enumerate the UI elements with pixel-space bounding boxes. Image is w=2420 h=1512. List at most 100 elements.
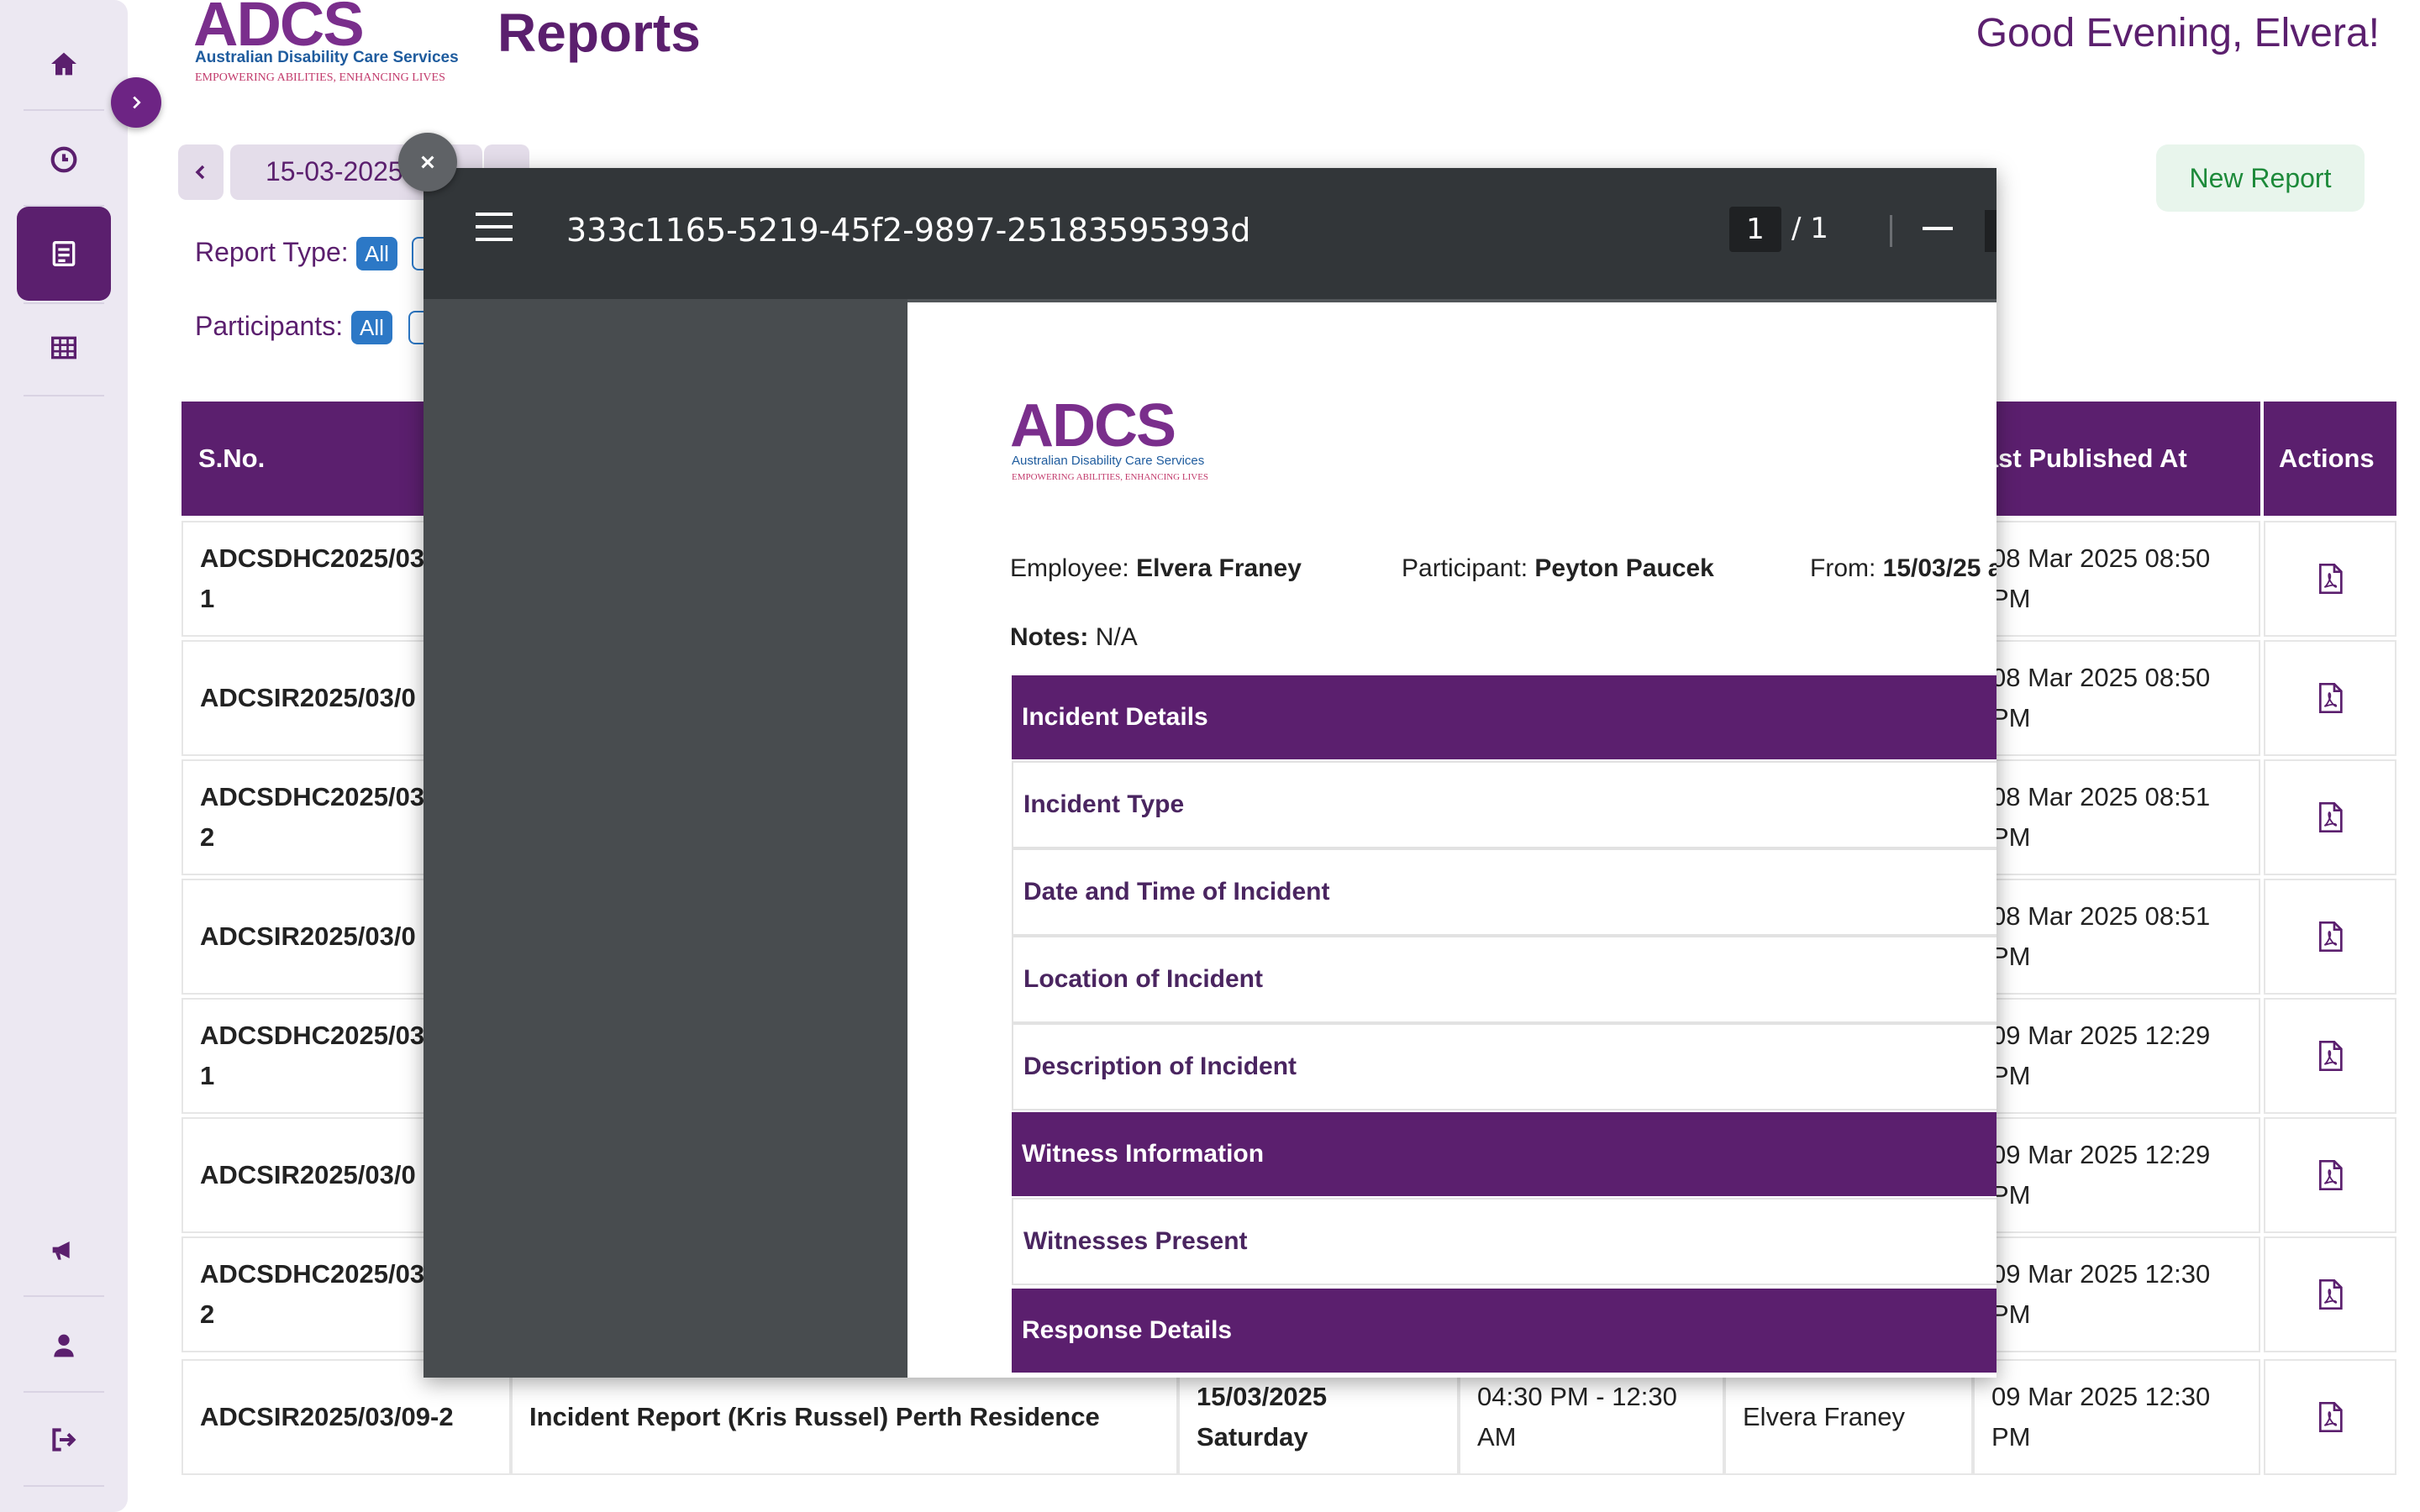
page-total: / 1 bbox=[1791, 212, 1828, 245]
sidebar bbox=[0, 0, 128, 1512]
page-title: Reports bbox=[497, 3, 701, 63]
pdf-icon[interactable] bbox=[2316, 562, 2344, 596]
pdf-participant: Participant: Peyton Paucek bbox=[1402, 554, 1714, 583]
pdf-icon[interactable] bbox=[2316, 920, 2344, 953]
report-type-chip-all[interactable]: All bbox=[356, 237, 397, 270]
published-value: 08 Mar 2025 08:51 bbox=[1991, 782, 2211, 811]
menu-icon[interactable] bbox=[476, 212, 513, 242]
pdf-participant-value: Peyton Paucek bbox=[1534, 554, 1714, 582]
pdf-from: From: 15/03/25 a bbox=[1810, 554, 1996, 583]
published-cell: 09 Mar 2025 12:29 PM bbox=[1973, 1117, 2260, 1233]
published-value-line2: PM bbox=[1991, 822, 2031, 852]
new-report-button[interactable]: New Report bbox=[2156, 144, 2365, 212]
sno-value: ADCSDHC2025/03 bbox=[200, 543, 425, 573]
published-cell: 08 Mar 2025 08:50 PM bbox=[1973, 640, 2260, 756]
table-icon bbox=[51, 336, 76, 360]
day-value: Saturday bbox=[1197, 1422, 1308, 1452]
previous-date-button[interactable] bbox=[178, 144, 224, 200]
actions-cell bbox=[2264, 879, 2396, 995]
sno-value-line2: 2 bbox=[200, 822, 215, 852]
pdf-icon[interactable] bbox=[2316, 801, 2344, 834]
pdf-icon[interactable] bbox=[2316, 681, 2344, 715]
megaphone-icon bbox=[52, 1242, 70, 1260]
reports-icon bbox=[52, 241, 76, 266]
pdf-viewer: 333c1165-5219-45f2-9897-25183595393d 1 /… bbox=[424, 168, 1996, 1378]
pdf-field-incident-type: Incident Type bbox=[1012, 761, 1996, 848]
sno-value: ADCSDHC2025/03 bbox=[200, 782, 425, 811]
sno-value: ADCSIR2025/03/0 bbox=[200, 921, 416, 951]
published-cell: 09 Mar 2025 12:29 PM bbox=[1973, 998, 2260, 1114]
sno-value-line2: 1 bbox=[200, 584, 215, 613]
actions-cell bbox=[2264, 1359, 2396, 1475]
logo-tagline: EMPOWERING ABILITIES, ENHANCING LIVES bbox=[195, 71, 445, 84]
participants-label: Participants: bbox=[195, 311, 344, 341]
pdf-section-response-details: Response Details bbox=[1012, 1289, 1996, 1373]
pdf-logo-tagline: EMPOWERING ABILITIES, ENHANCING LIVES bbox=[1012, 472, 1209, 482]
sidebar-expand-button[interactable] bbox=[111, 77, 161, 128]
pdf-logo-mark: ADCS bbox=[1010, 392, 1176, 459]
published-value-line2: PM bbox=[1991, 1061, 2031, 1090]
pdf-document-title: 333c1165-5219-45f2-9897-25183595393d bbox=[566, 212, 1251, 249]
actions-cell bbox=[2264, 1117, 2396, 1233]
sidebar-item-roster[interactable] bbox=[17, 301, 111, 395]
sidebar-item-reports[interactable] bbox=[17, 207, 111, 301]
chevron-right-icon bbox=[133, 96, 141, 109]
pdf-notes-value: N/A bbox=[1095, 623, 1138, 651]
published-value-line2: PM bbox=[1991, 1422, 2031, 1452]
pdf-icon[interactable] bbox=[2316, 1158, 2344, 1192]
zoom-level-input[interactable] bbox=[1985, 210, 1996, 252]
sidebar-item-announcements[interactable] bbox=[17, 1203, 111, 1297]
published-value: 08 Mar 2025 08:50 bbox=[1991, 543, 2211, 573]
pdf-field-witnesses-present: Witnesses Present bbox=[1012, 1198, 1996, 1285]
pdf-logo-name: Australian Disability Care Services bbox=[1012, 454, 1205, 468]
published-cell: 09 Mar 2025 12:30 PM bbox=[1973, 1236, 2260, 1352]
pdf-logo: ADCS Australian Disability Care Services… bbox=[1010, 392, 1245, 501]
home-icon bbox=[51, 52, 76, 76]
logo-name: Australian Disability Care Services bbox=[195, 49, 459, 66]
published-value-line2: PM bbox=[1991, 703, 2031, 732]
pdf-page: ADCS Australian Disability Care Services… bbox=[908, 302, 1996, 1378]
sidebar-item-history[interactable] bbox=[17, 113, 111, 207]
sno-value-line2: 2 bbox=[200, 1299, 215, 1329]
published-cell: 09 Mar 2025 12:30 PM bbox=[1973, 1359, 2260, 1475]
sidebar-item-profile[interactable] bbox=[17, 1299, 111, 1393]
pdf-employee-label: Employee: bbox=[1010, 554, 1129, 582]
pdf-from-value: 15/03/25 a bbox=[1882, 554, 1996, 582]
published-value: 09 Mar 2025 12:30 bbox=[1991, 1382, 2211, 1411]
published-cell: 08 Mar 2025 08:51 PM bbox=[1973, 879, 2260, 995]
sno-value-line2: 1 bbox=[200, 1061, 215, 1090]
participants-chip-all[interactable]: All bbox=[351, 311, 392, 344]
greeting-text: Good Evening, Elvera! bbox=[1975, 11, 2380, 55]
column-header-last-published: Last Published At bbox=[1968, 444, 2187, 473]
actions-cell bbox=[2264, 640, 2396, 756]
sno-value: ADCSIR2025/03/0 bbox=[200, 683, 416, 712]
participants-chip-next[interactable] bbox=[408, 311, 425, 344]
time-value-line2: AM bbox=[1477, 1422, 1517, 1452]
sno-value: ADCSIR2025/03/0 bbox=[200, 1160, 416, 1189]
published-value: 09 Mar 2025 12:29 bbox=[1991, 1140, 2211, 1169]
pdf-from-label: From: bbox=[1810, 554, 1876, 582]
sno-value: ADCSDHC2025/03 bbox=[200, 1021, 425, 1050]
pdf-notes-label: Notes: bbox=[1010, 623, 1089, 651]
pdf-field-date-time: Date and Time of Incident bbox=[1012, 848, 1996, 936]
sidebar-item-home[interactable] bbox=[17, 17, 111, 111]
page-number-input[interactable]: 1 bbox=[1729, 207, 1781, 252]
report-type-label: Report Type: bbox=[195, 237, 349, 267]
close-viewer-button[interactable] bbox=[398, 133, 457, 192]
actions-cell bbox=[2264, 759, 2396, 875]
pdf-section-witness-information: Witness Information bbox=[1012, 1112, 1996, 1196]
sno-value: ADCSDHC2025/03 bbox=[200, 1259, 425, 1289]
pdf-icon[interactable] bbox=[2316, 1400, 2344, 1434]
published-value: 09 Mar 2025 12:30 bbox=[1991, 1259, 2211, 1289]
pdf-notes: Notes: N/A bbox=[1010, 623, 1138, 652]
sidebar-item-logout[interactable] bbox=[17, 1393, 111, 1487]
published-value: 08 Mar 2025 08:50 bbox=[1991, 663, 2211, 692]
pdf-icon[interactable] bbox=[2316, 1039, 2344, 1073]
time-value: 04:30 PM - 12:30 bbox=[1477, 1382, 1677, 1411]
pdf-icon[interactable] bbox=[2316, 1278, 2344, 1311]
clock-icon bbox=[50, 146, 77, 173]
pdf-field-location: Location of Incident bbox=[1012, 936, 1996, 1023]
close-icon bbox=[421, 155, 434, 169]
zoom-out-icon[interactable] bbox=[1923, 227, 1953, 230]
published-cell: 08 Mar 2025 08:51 PM bbox=[1973, 759, 2260, 875]
